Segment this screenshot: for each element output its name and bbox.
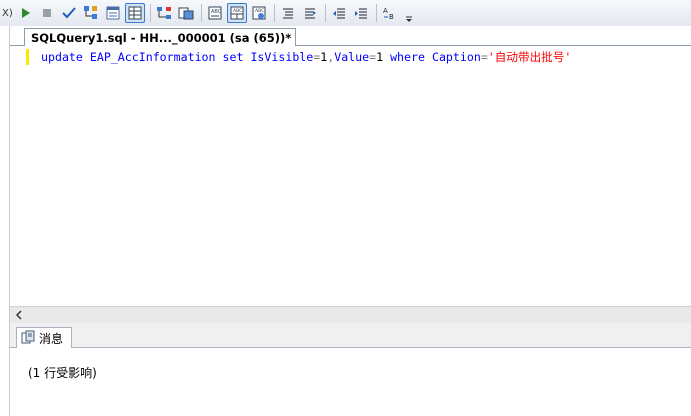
document-tab-row: SQLQuery1.sql - HH..._000001 (sa (65))* xyxy=(10,26,691,47)
toolbar-overflow-icon[interactable] xyxy=(404,3,414,23)
rows-affected-message: (1 行受影响) xyxy=(28,366,97,380)
decrease-indent-icon[interactable] xyxy=(329,3,349,23)
query-designer-icon[interactable] xyxy=(103,3,123,23)
tab-title: SQLQuery1.sql - HH..._000001 (sa (65))* xyxy=(31,31,292,45)
svg-text:ABC: ABC xyxy=(211,9,222,15)
svg-text:ABC: ABC xyxy=(255,8,264,14)
display-estimated-plan-icon[interactable] xyxy=(81,3,101,23)
string-literal: '自动带出批号' xyxy=(487,50,572,64)
messages-icon xyxy=(21,330,35,347)
identifier-column: IsVisible xyxy=(250,50,314,64)
scroll-left-icon[interactable] xyxy=(10,307,27,323)
uncomment-lines-icon[interactable] xyxy=(300,3,320,23)
left-dock-strip xyxy=(0,26,10,416)
toolbar-partial-label: X) xyxy=(2,7,13,19)
svg-text:ABC: ABC xyxy=(233,8,242,14)
results-tab-row: 消息 xyxy=(10,323,691,349)
identifier-column: Caption xyxy=(431,50,481,64)
query-toolbar: X) ABC ABC ABC A B xyxy=(0,0,691,26)
results-to-grid-2-icon[interactable]: ABC xyxy=(226,3,247,23)
identifier-column: Value xyxy=(334,50,370,64)
results-to-grid-icon[interactable] xyxy=(124,3,145,23)
toolbar-separator xyxy=(273,4,275,22)
comment-lines-icon[interactable] xyxy=(278,3,298,23)
increase-indent-icon[interactable] xyxy=(351,3,371,23)
include-actual-plan-icon[interactable] xyxy=(154,3,174,23)
changed-line-marker xyxy=(26,49,29,65)
identifier-table: EAP_AccInformation xyxy=(89,50,216,64)
toolbar-separator xyxy=(149,4,151,22)
client-statistics-icon[interactable] xyxy=(176,3,196,23)
parse-check-icon[interactable] xyxy=(59,3,79,23)
toolbar-separator xyxy=(324,4,326,22)
keyword-update: update xyxy=(41,50,83,64)
query-editor[interactable]: update EAP_AccInformation set IsVisible =… xyxy=(10,46,691,306)
svg-text:A: A xyxy=(383,7,388,15)
keyword-where: where xyxy=(390,50,425,64)
keyword-set: set xyxy=(222,50,244,64)
specify-template-values-icon[interactable]: AB xyxy=(380,3,400,23)
svg-text:B: B xyxy=(389,13,394,21)
tab-messages[interactable]: 消息 xyxy=(16,327,73,349)
stop-icon[interactable] xyxy=(37,3,57,23)
tab-messages-label: 消息 xyxy=(39,332,64,346)
results-to-file-icon[interactable]: ABC xyxy=(249,3,269,23)
execute-icon[interactable] xyxy=(15,3,35,23)
editor-horizontal-scrollbar[interactable] xyxy=(10,306,691,323)
code-line-1[interactable]: update EAP_AccInformation set IsVisible =… xyxy=(41,49,571,65)
toolbar-separator xyxy=(375,4,377,22)
results-to-text-icon[interactable]: ABC xyxy=(205,3,225,23)
number-literal: 1 xyxy=(376,50,384,64)
operator-equals: = xyxy=(480,50,488,64)
messages-pane[interactable]: (1 行受影响) xyxy=(10,348,691,416)
tab-sqlquery1[interactable]: SQLQuery1.sql - HH..._000001 (sa (65))* xyxy=(24,28,297,47)
toolbar-separator xyxy=(200,4,202,22)
